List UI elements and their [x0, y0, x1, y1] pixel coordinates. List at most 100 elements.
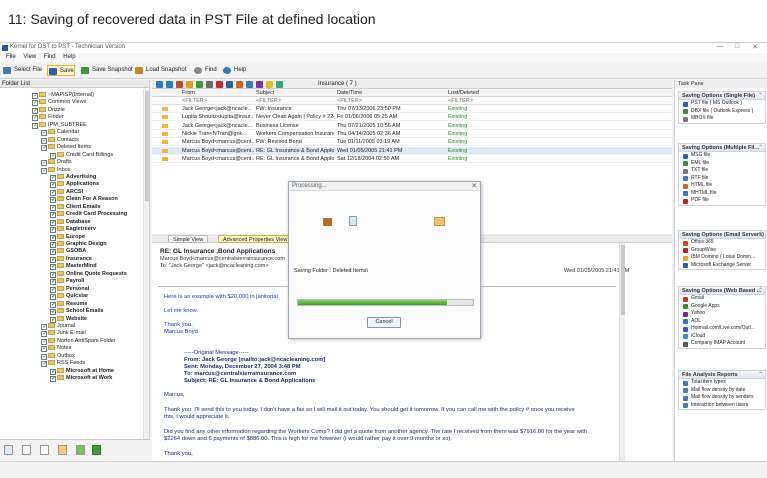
- folder-checkbox[interactable]: [50, 189, 56, 196]
- task-section-header[interactable]: Saving Options (Email Servers) ⌃: [679, 231, 765, 239]
- table-row[interactable]: Jack George<jack@ncacle... FW: Insurance T…: [152, 105, 672, 113]
- folder-checkbox[interactable]: [50, 256, 56, 263]
- task-section-header[interactable]: Saving Options (Single File) ⌃: [679, 92, 765, 100]
- task-icon[interactable]: [266, 81, 273, 88]
- task-option[interactable]: Yahoo: [679, 310, 765, 318]
- task-option[interactable]: PST file ( MS Outlook ): [679, 100, 765, 108]
- folder-item[interactable]: School Emails: [50, 308, 104, 316]
- task-option[interactable]: RTF file: [679, 175, 765, 183]
- delete-icon[interactable]: [216, 81, 223, 88]
- preview-scrollbar[interactable]: [619, 243, 625, 461]
- folder-list-scroll-thumb[interactable]: [145, 91, 149, 201]
- folder-checkbox[interactable]: [50, 182, 56, 189]
- folder-item[interactable]: Graphic Design: [50, 241, 107, 248]
- cancel-button[interactable]: Cancel: [367, 317, 401, 328]
- task-option[interactable]: Microsoft Exchange Server: [679, 262, 765, 270]
- task-option[interactable]: MBOX file: [679, 115, 765, 123]
- task-option[interactable]: GroupWise: [679, 247, 765, 255]
- back-icon[interactable]: [156, 81, 163, 88]
- tab-advanced-properties[interactable]: Advanced Properties View: [218, 235, 293, 243]
- folder-item[interactable]: Clean For A Reason: [50, 196, 118, 204]
- table-row[interactable]: Nickie Tran<NTran@gnk... Workers Compensa…: [152, 130, 672, 138]
- task-option[interactable]: Mail flow density by date: [679, 387, 765, 395]
- folder-checkbox[interactable]: [50, 197, 56, 204]
- folder-item[interactable]: Eagletreerv: [50, 226, 96, 234]
- menu-find[interactable]: Find: [44, 53, 56, 62]
- view-tasks-icon[interactable]: [76, 445, 85, 455]
- task-option[interactable]: MHTML file: [679, 190, 765, 198]
- task-option[interactable]: HTML file: [679, 182, 765, 190]
- task-section-header[interactable]: File Analysis Reports ⌃: [679, 371, 765, 379]
- view-download-icon[interactable]: [92, 445, 101, 455]
- folder-checkbox[interactable]: [50, 227, 56, 234]
- mail-icon[interactable]: [226, 81, 233, 88]
- folder-item[interactable]: Insurance: [50, 255, 92, 263]
- collapse-icon[interactable]: ⌃: [758, 287, 763, 295]
- tab-simple-view[interactable]: Simple View: [168, 235, 209, 243]
- folder-checkbox[interactable]: [50, 309, 56, 316]
- task-option[interactable]: Mail flow density by senders: [679, 394, 765, 402]
- folder-item[interactable]: Advertising: [50, 173, 96, 181]
- folder-checkbox[interactable]: [41, 145, 47, 152]
- table-row[interactable]: Marcus Boyd<marcus@cent... FW: Revised Bo…: [152, 138, 672, 147]
- folder-item[interactable]: Drizzle: [32, 106, 65, 114]
- folder-item[interactable]: Credit Card Billings: [50, 151, 113, 159]
- table-row[interactable]: Lupita Shoultz<lupita@insur... Never Clea…: [152, 113, 672, 122]
- menu-file[interactable]: File: [6, 53, 16, 62]
- collapse-icon[interactable]: ⌃: [758, 371, 763, 379]
- folder-checkbox[interactable]: [50, 174, 56, 181]
- folder-checkbox[interactable]: [50, 264, 56, 271]
- task-option[interactable]: EML file: [679, 160, 765, 168]
- view-folder-icon[interactable]: [58, 445, 67, 455]
- help-button[interactable]: Help: [222, 65, 246, 76]
- save-snapshot-button[interactable]: Save Snapshot: [80, 65, 133, 76]
- folder-item[interactable]: RSS Feeds: [41, 360, 85, 368]
- task-section-header[interactable]: Saving Options (Multiple Fil... ⌃: [679, 144, 765, 152]
- forward-icon[interactable]: [166, 81, 173, 88]
- folder-item[interactable]: Journal: [41, 322, 75, 330]
- folder-item[interactable]: Notes: [41, 345, 71, 353]
- task-option[interactable]: Hotmail.com/Live.com/Outl...: [679, 325, 765, 333]
- folder-item[interactable]: Europe: [50, 233, 85, 241]
- folder-item[interactable]: ARCSI: [50, 188, 83, 196]
- folder-item[interactable]: Drafts: [41, 159, 72, 167]
- collapse-icon[interactable]: ⌃: [758, 144, 763, 152]
- folder-item[interactable]: GSOBA: [50, 248, 86, 256]
- folder-checkbox[interactable]: [50, 242, 56, 248]
- view-calendar-icon[interactable]: [22, 445, 31, 455]
- folder-checkbox[interactable]: [32, 122, 38, 129]
- folder-checkbox[interactable]: [50, 376, 56, 383]
- select-file-button[interactable]: Select File: [2, 65, 42, 76]
- table-row[interactable]: Marcus Boyd<marcus@cent... RE: GL Insuran…: [152, 155, 672, 163]
- maximize-button[interactable]: □: [729, 43, 745, 50]
- folder-item[interactable]: Outbox: [41, 352, 75, 360]
- folder-item[interactable]: MasterMind: [50, 263, 97, 271]
- save-button[interactable]: Save: [47, 65, 75, 76]
- task-option[interactable]: MSG file: [679, 152, 765, 160]
- folder-checkbox[interactable]: [41, 167, 47, 174]
- view-mail-icon[interactable]: [4, 445, 13, 455]
- folder-checkbox[interactable]: [50, 152, 56, 159]
- folder-checkbox[interactable]: [50, 212, 56, 219]
- folder-checkbox[interactable]: [50, 286, 56, 293]
- folder-item[interactable]: Website: [50, 315, 87, 323]
- find-button[interactable]: Find: [193, 65, 217, 76]
- task-option[interactable]: iCloud: [679, 333, 765, 341]
- folder-item[interactable]: Microsoft at Work: [50, 375, 112, 383]
- load-snapshot-button[interactable]: Load Snapshot: [134, 65, 186, 76]
- task-option[interactable]: Office 365: [679, 239, 765, 247]
- minimize-button[interactable]: —: [712, 43, 728, 50]
- folder-checkbox[interactable]: [41, 323, 47, 330]
- task-option[interactable]: DBX file ( Outlook Express ): [679, 108, 765, 116]
- menu-help[interactable]: Help: [63, 53, 75, 62]
- folder-checkbox[interactable]: [50, 271, 56, 278]
- folder-item[interactable]: Deleted Items: [41, 144, 91, 152]
- column-status[interactable]: Lost/Deleted: [448, 89, 479, 97]
- task-option[interactable]: Interaction between users: [679, 402, 765, 410]
- folder-checkbox[interactable]: [41, 353, 47, 360]
- folder-checkbox[interactable]: [41, 338, 47, 345]
- view-notes-icon[interactable]: [40, 445, 49, 455]
- folder-item[interactable]: ~MAPISP(Internal): [32, 92, 94, 99]
- task-option[interactable]: PDF file: [679, 197, 765, 205]
- folder-checkbox[interactable]: [41, 346, 47, 353]
